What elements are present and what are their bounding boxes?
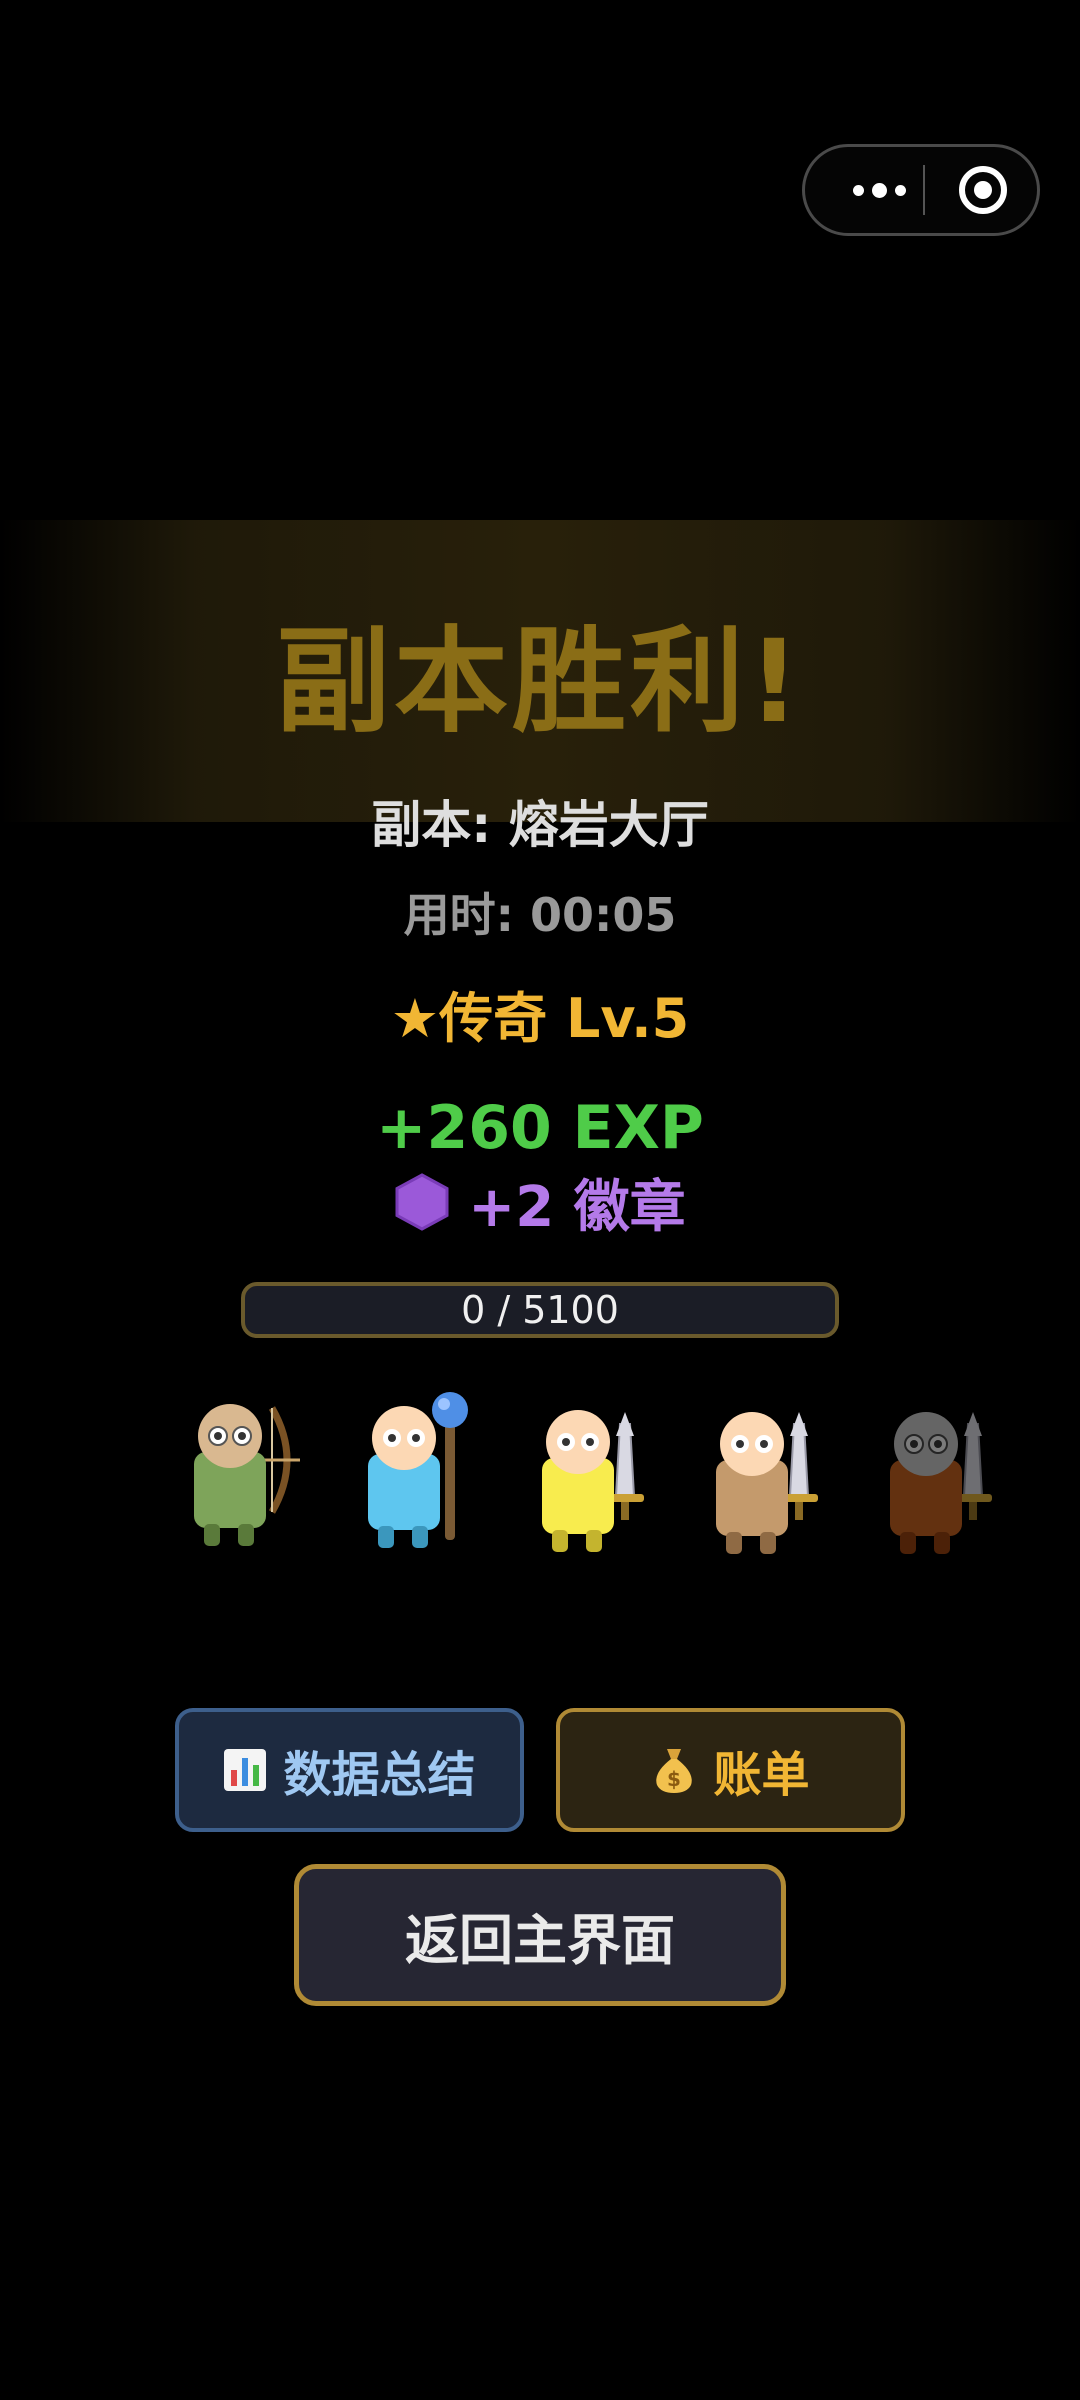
- dot: [852, 184, 864, 196]
- more-options-icon[interactable]: [835, 147, 923, 233]
- hero-party-sprites: [194, 1392, 992, 1554]
- hexagon-badge-icon: [395, 1173, 449, 1231]
- money-bag-icon: $: [656, 1749, 693, 1793]
- staff-icon: [445, 1410, 455, 1540]
- mini-program-capsule: [802, 144, 1040, 236]
- dungeon-name: 副本: 熔岩大厅: [371, 796, 709, 854]
- hero-warrior-tan: [716, 1412, 818, 1554]
- hero-archer: [194, 1404, 300, 1546]
- dot: [871, 182, 887, 198]
- capsule-divider: [923, 165, 925, 215]
- hero-warrior-dimmed: [890, 1412, 992, 1554]
- hero-party: [0, 1390, 1080, 1570]
- badge-reward: +2 徽章: [0, 1164, 1080, 1240]
- victory-title: 副本胜利!: [276, 615, 804, 748]
- elapsed-time: 用时: 00:05: [403, 888, 677, 942]
- badge-reward-label: +2 徽章: [468, 1174, 686, 1240]
- data-summary-button[interactable]: 数据总结: [175, 1708, 524, 1832]
- rank-level: ★传奇 Lv.5: [390, 987, 690, 1050]
- return-main-button[interactable]: 返回主界面: [294, 1864, 786, 2006]
- hero-warrior-yellow: [542, 1410, 644, 1552]
- exp-progress-bar: 0 / 5100: [241, 1282, 839, 1338]
- bill-label: 账单: [713, 1747, 810, 1803]
- dot: [894, 184, 906, 196]
- bill-button[interactable]: $ 账单: [556, 1708, 905, 1832]
- close-target-icon[interactable]: [959, 166, 1007, 214]
- return-main-label: 返回主界面: [405, 1908, 675, 1972]
- exp-progress-label: 0 / 5100: [461, 1288, 619, 1332]
- exp-reward: +260 EXP: [376, 1093, 704, 1163]
- hero-mage: [368, 1392, 468, 1548]
- svg-text:$: $: [668, 1767, 682, 1791]
- data-summary-label: 数据总结: [283, 1747, 476, 1803]
- bar-chart-icon: [224, 1749, 267, 1791]
